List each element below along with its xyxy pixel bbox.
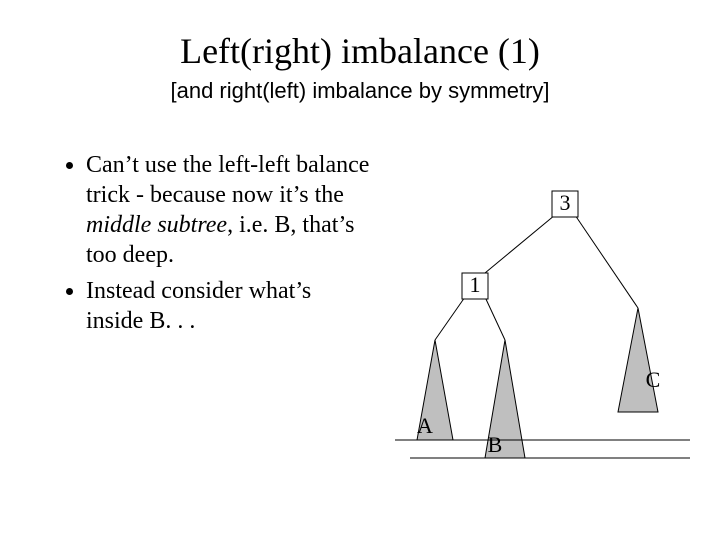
node-1-label: 1 — [470, 272, 481, 297]
bullet-2: Instead consider what’s inside B. . . — [86, 276, 370, 336]
triangle-b-label: B — [488, 432, 503, 457]
tree-diagram: 3 1 A B C — [380, 150, 700, 480]
slide-title: Left(right) imbalance (1) — [0, 30, 720, 72]
slide-subtitle: [and right(left) imbalance by symmetry] — [0, 78, 720, 104]
bullet-list: Can’t use the left-left balance trick - … — [60, 150, 370, 342]
triangle-c — [618, 308, 658, 412]
bullet-1-mid: middle subtree — [86, 212, 227, 238]
node-3-label: 3 — [560, 190, 571, 215]
triangle-a-label: A — [417, 413, 433, 438]
triangle-c-label: C — [646, 367, 661, 392]
bullet-1-pre: Can’t use the left-left balance trick - … — [86, 152, 369, 208]
bullet-1: Can’t use the left-left balance trick - … — [86, 150, 370, 270]
